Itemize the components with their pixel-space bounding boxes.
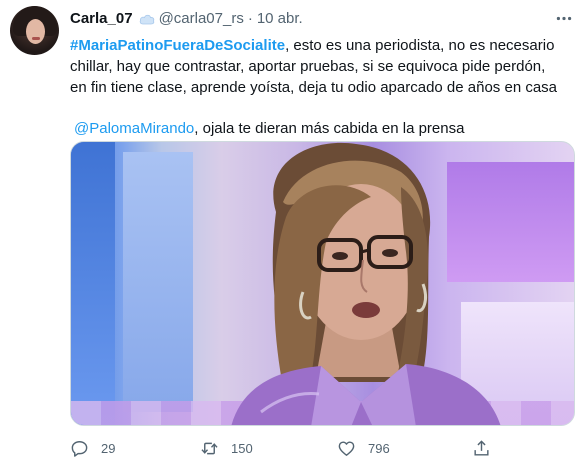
woman-with-glasses-figure xyxy=(231,142,501,425)
author-handle[interactable]: @carla07_rs xyxy=(159,10,244,27)
separator-dot: · xyxy=(247,9,253,27)
tweet-line-3: en fin tiene clase, aprende yoísta, deja… xyxy=(70,79,558,96)
tweet-header: Carla_07 @carla07_rs · 10 abr. xyxy=(70,9,303,27)
author-name[interactable]: Carla_07 xyxy=(70,10,133,27)
tweet-line-1: #MariaPatinoFueraDeSocialite, esto es un… xyxy=(70,35,580,56)
tweet-date[interactable]: 10 abr. xyxy=(257,10,303,27)
share-icon xyxy=(474,439,489,456)
tweet-line-4-rest: , ojala te dieran más cabida en la prens… xyxy=(194,120,465,137)
reply-count: 29 xyxy=(101,440,116,456)
heart-icon xyxy=(338,440,355,456)
share-button[interactable] xyxy=(472,438,503,458)
tweet-media-image[interactable] xyxy=(70,141,575,426)
like-count: 796 xyxy=(368,440,390,456)
tweet-text: #MariaPatinoFueraDeSocialite, esto es un… xyxy=(70,35,580,139)
hashtag-link[interactable]: #MariaPatinoFueraDeSocialite xyxy=(70,37,285,54)
mention-link[interactable]: @PalomaMirando xyxy=(74,120,194,137)
reply-button[interactable]: 29 xyxy=(70,438,115,458)
retweet-button[interactable]: 150 xyxy=(200,438,253,458)
avatar-lips xyxy=(32,37,40,40)
reply-icon xyxy=(71,440,88,457)
more-options-icon xyxy=(556,16,572,20)
tweet-line-2: chillar, hay que contrastar, aportar pru… xyxy=(70,58,546,75)
more-options-button[interactable] xyxy=(553,9,575,27)
tweet-line-4: @PalomaMirando, ojala te dieran más cabi… xyxy=(70,118,580,139)
like-button[interactable]: 796 xyxy=(337,438,390,458)
tweet-line-1-rest: , esto es una periodista, no es necesari… xyxy=(285,37,555,54)
avatar-face xyxy=(26,19,45,44)
retweet-count: 150 xyxy=(231,440,253,456)
cloud-badge-icon xyxy=(139,12,155,25)
tweet-actions: 29 150 796 xyxy=(70,438,580,458)
retweet-icon xyxy=(201,442,218,454)
avatar[interactable] xyxy=(10,6,59,55)
